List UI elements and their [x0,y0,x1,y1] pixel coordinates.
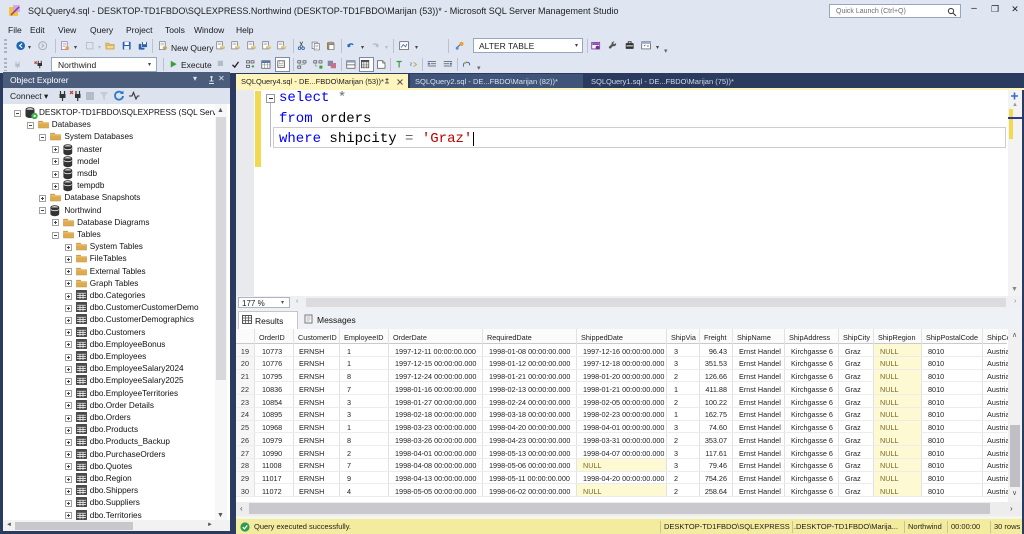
svg-text:²: ² [410,61,413,68]
